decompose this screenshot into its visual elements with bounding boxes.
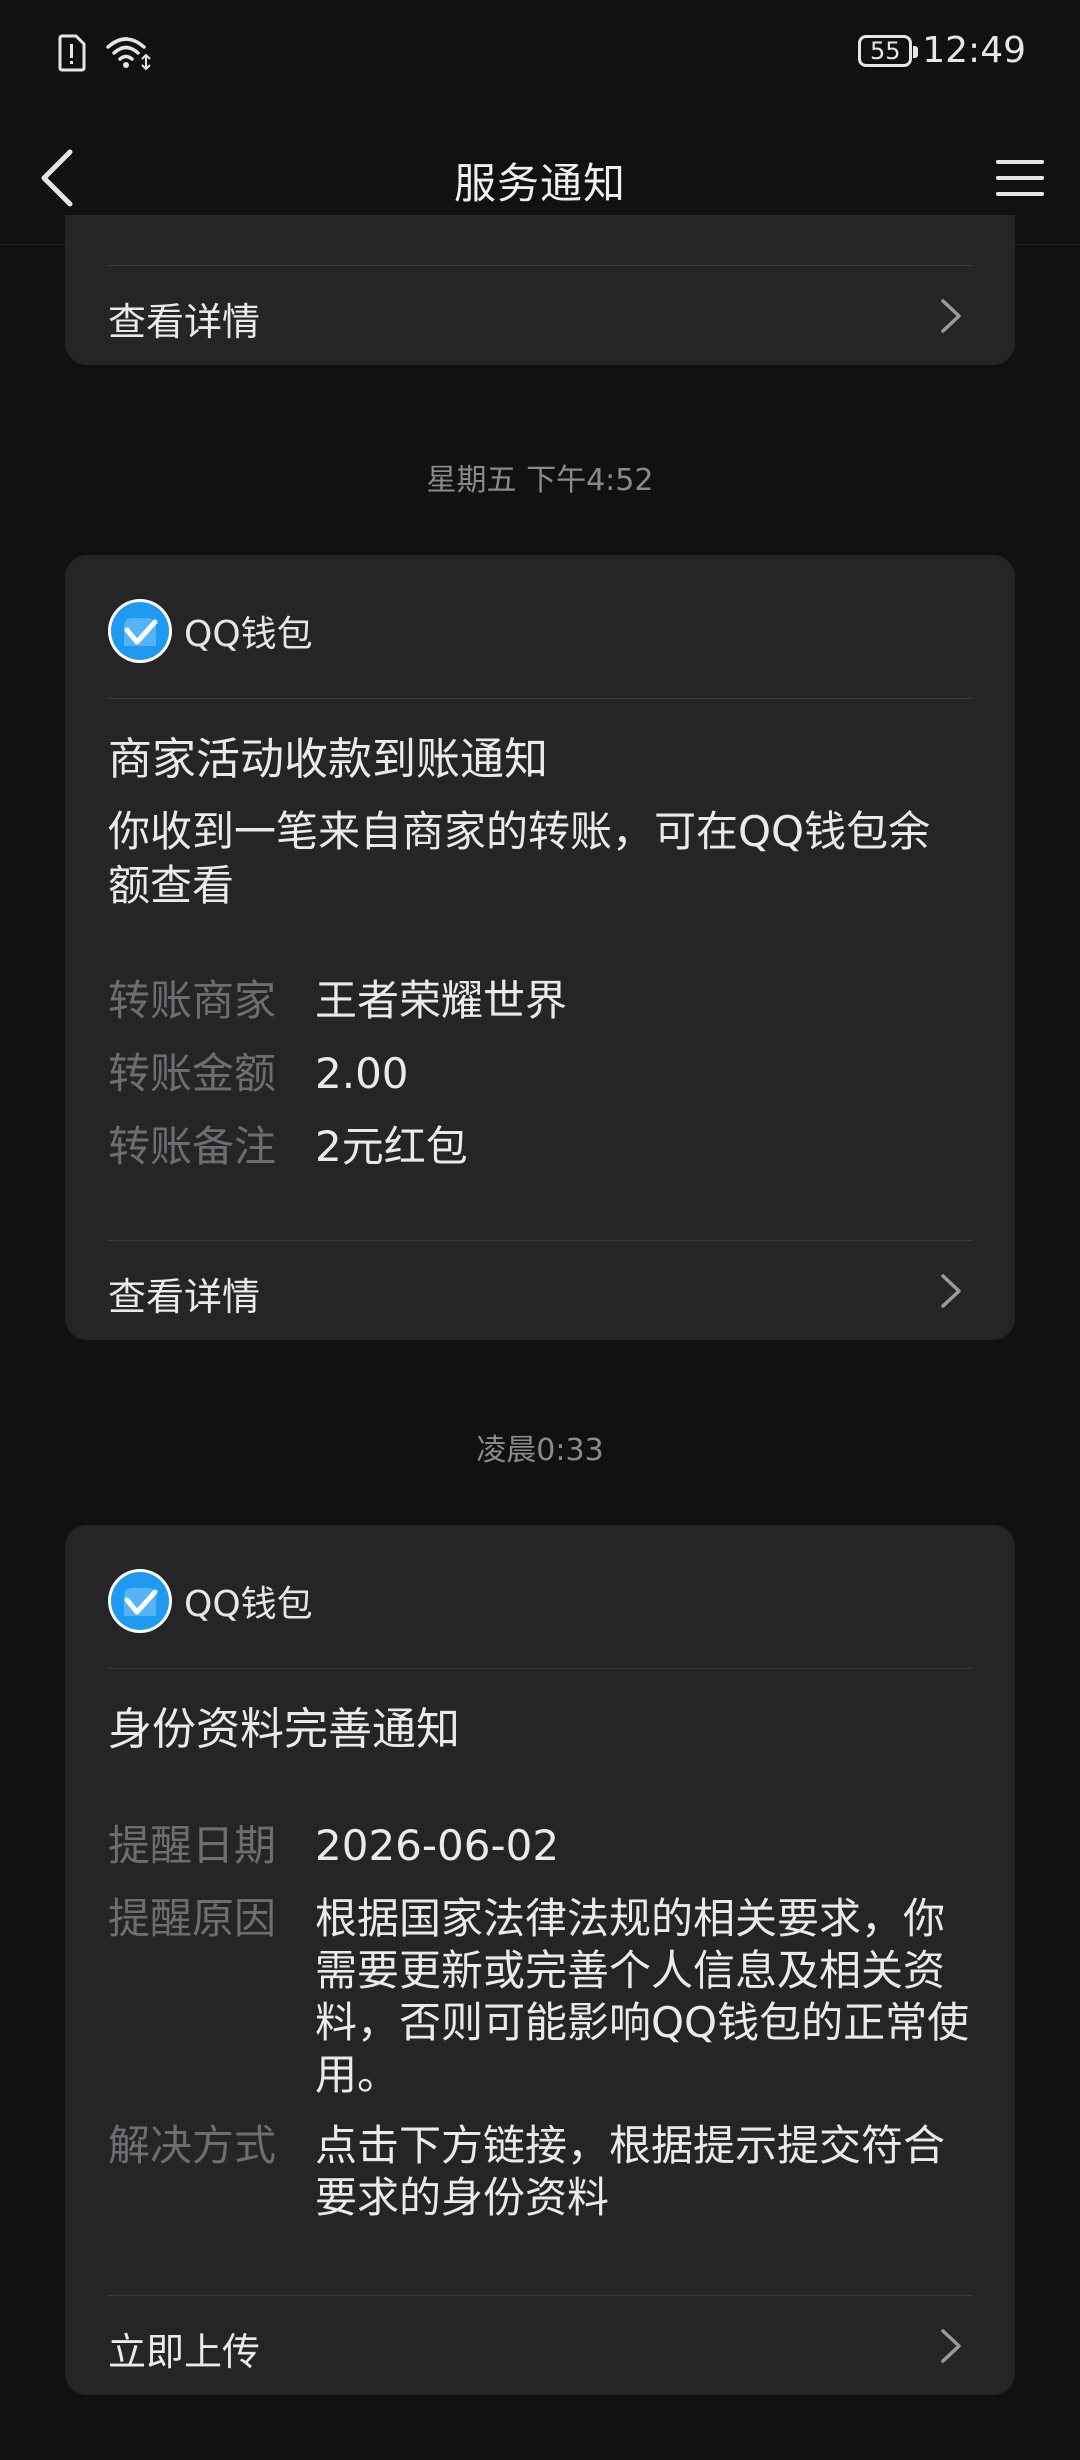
avatar	[108, 1569, 172, 1633]
divider	[108, 1668, 972, 1669]
message-card: QQ钱包 身份资料完善通知 提醒日期 2026-06-02 提醒原因 根据国家法…	[65, 1525, 1015, 2395]
chevron-right-icon	[941, 2329, 961, 2363]
notification-description: 你收到一笔来自商家的转账，可在QQ钱包余额查看	[108, 807, 931, 910]
link-label: 立即上传	[108, 2330, 261, 2374]
field-value: 王者荣耀世界	[315, 976, 568, 1025]
field-label: 转账备注	[108, 1122, 277, 1171]
upload-now-link[interactable]: 立即上传	[65, 2295, 1015, 2395]
field-label: 提醒日期	[108, 1821, 277, 1870]
field-row: 转账金额 2.00	[108, 1048, 972, 1100]
field-value: 2026-06-02	[315, 1821, 560, 1870]
card-header: QQ钱包	[108, 599, 313, 663]
field-row: 提醒日期 2026-06-02	[108, 1820, 972, 1872]
message-timestamp: 凌晨0:33	[476, 1433, 604, 1468]
sim-alert-icon	[58, 34, 86, 72]
sender-name: QQ钱包	[184, 1584, 313, 1625]
sender-name: QQ钱包	[184, 614, 313, 655]
status-time: 12:49	[922, 30, 1026, 71]
field-value: 点击下方链接，根据提示提交符合要求的身份资料	[315, 2121, 946, 2222]
link-label: 查看详情	[108, 300, 261, 344]
field-label: 转账金额	[108, 1049, 277, 1098]
field-value: 2元红包	[315, 1122, 468, 1171]
battery-level: 55	[869, 36, 901, 65]
chevron-right-icon	[941, 1274, 961, 1308]
card-header: QQ钱包	[108, 1569, 313, 1633]
status-icons-right: 55 12:49	[858, 30, 1026, 71]
message-card-partial: 查看详情	[65, 215, 1015, 365]
message-card: QQ钱包 商家活动收款到账通知 你收到一笔来自商家的转账，可在QQ钱包余额查看 …	[65, 555, 1015, 1340]
field-row: 转账备注 2元红包	[108, 1121, 972, 1173]
field-label: 提醒原因	[108, 1894, 277, 1943]
field-label: 解决方式	[108, 2121, 277, 2170]
page-title: 服务通知	[453, 159, 626, 208]
menu-icon[interactable]	[990, 154, 1050, 202]
battery-icon: 55	[858, 34, 919, 67]
status-icons-left	[56, 34, 152, 72]
field-value: 2.00	[315, 1049, 409, 1098]
notification-title: 身份资料完善通知	[108, 1704, 460, 1755]
qq-wallet-icon	[111, 602, 169, 660]
field-row: 提醒原因 根据国家法律法规的相关要求，你需要更新或完善个人信息及相关资料，否则可…	[108, 1893, 972, 2101]
field-row: 转账商家 王者荣耀世界	[108, 975, 972, 1027]
divider	[108, 265, 972, 266]
message-timestamp: 星期五 下午4:52	[426, 463, 654, 498]
avatar	[108, 599, 172, 663]
chevron-right-icon	[941, 299, 961, 333]
wifi-icon	[106, 37, 151, 71]
status-bar: 55 12:49	[0, 0, 1080, 110]
field-label: 转账商家	[108, 976, 277, 1025]
link-label: 查看详情	[108, 1275, 261, 1319]
divider	[108, 2295, 972, 2296]
qq-wallet-icon	[111, 1572, 169, 1630]
field-row: 解决方式 点击下方链接，根据提示提交符合要求的身份资料	[108, 2120, 972, 2224]
divider	[108, 1240, 972, 1241]
divider	[108, 698, 972, 699]
view-details-link[interactable]: 查看详情	[65, 265, 1015, 365]
notification-title: 商家活动收款到账通知	[108, 734, 548, 785]
view-details-link[interactable]: 查看详情	[65, 1240, 1015, 1340]
field-value: 根据国家法律法规的相关要求，你需要更新或完善个人信息及相关资料，否则可能影响QQ…	[315, 1894, 970, 2099]
